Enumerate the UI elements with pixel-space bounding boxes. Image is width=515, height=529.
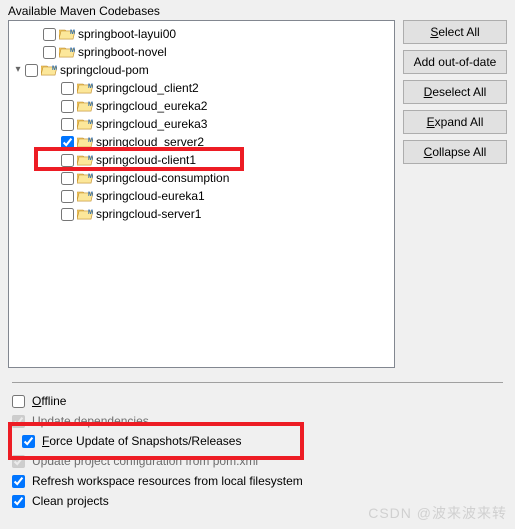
tree-item-label: springcloud_eureka3 bbox=[96, 115, 207, 133]
tree-item[interactable]: Mspringcloud_eureka2 bbox=[11, 97, 392, 115]
tree-item-checkbox[interactable] bbox=[61, 172, 74, 185]
separator bbox=[12, 382, 503, 383]
svg-text:M: M bbox=[70, 30, 75, 36]
tree-item[interactable]: Mspringcloud-consumption bbox=[11, 169, 392, 187]
update-deps-checkbox bbox=[12, 415, 25, 428]
collapse-all-button[interactable]: Collapse All bbox=[403, 140, 507, 164]
svg-text:M: M bbox=[70, 48, 75, 54]
maven-folder-icon: M bbox=[77, 206, 93, 222]
tree-item-checkbox[interactable] bbox=[61, 118, 74, 131]
update-proj-checkbox bbox=[12, 455, 25, 468]
tree-item-label: springcloud-eureka1 bbox=[96, 187, 205, 205]
tree-item[interactable]: Mspringcloud_server2 bbox=[11, 133, 392, 151]
add-out-of-date-button[interactable]: Add out-of-date bbox=[403, 50, 507, 74]
tree-item-checkbox[interactable] bbox=[25, 64, 38, 77]
tree-item-checkbox[interactable] bbox=[61, 136, 74, 149]
tree-item-checkbox[interactable] bbox=[43, 28, 56, 41]
refresh-ws-checkbox[interactable] bbox=[12, 475, 25, 488]
tree-item-checkbox[interactable] bbox=[61, 154, 74, 167]
tree-item[interactable]: Mspringboot-novel bbox=[11, 43, 392, 61]
refresh-ws-label: Refresh workspace resources from local f… bbox=[32, 474, 303, 488]
update-deps-label: Update dependencies bbox=[32, 414, 149, 428]
maven-folder-icon: M bbox=[77, 188, 93, 204]
tree-item-checkbox[interactable] bbox=[61, 190, 74, 203]
maven-folder-icon: M bbox=[41, 62, 57, 78]
tree-item[interactable]: Mspringcloud-server1 bbox=[11, 205, 392, 223]
expand-all-button[interactable]: Expand All bbox=[403, 110, 507, 134]
clean-proj-label: Clean projects bbox=[32, 494, 109, 508]
tree-item-checkbox[interactable] bbox=[61, 82, 74, 95]
tree-item-checkbox[interactable] bbox=[61, 100, 74, 113]
offline-label: Offline bbox=[32, 394, 66, 408]
tree-item-label: springcloud-pom bbox=[60, 61, 149, 79]
tree-item-checkbox[interactable] bbox=[61, 208, 74, 221]
tree-item-checkbox[interactable] bbox=[43, 46, 56, 59]
maven-folder-icon: M bbox=[77, 152, 93, 168]
tree-item[interactable]: ▾ Mspringcloud-pom bbox=[11, 61, 392, 79]
tree-item[interactable]: Mspringboot-layui00 bbox=[11, 25, 392, 43]
force-update-checkbox[interactable] bbox=[22, 435, 35, 448]
maven-folder-icon: M bbox=[77, 116, 93, 132]
tree-item-label: springcloud_eureka2 bbox=[96, 97, 207, 115]
twisty-open-icon[interactable]: ▾ bbox=[11, 61, 25, 79]
svg-text:M: M bbox=[52, 66, 57, 72]
codebase-tree[interactable]: Mspringboot-layui00Mspringboot-novel▾Msp… bbox=[8, 20, 395, 368]
panel-title: Available Maven Codebases bbox=[0, 0, 515, 20]
svg-text:M: M bbox=[88, 192, 93, 198]
tree-item[interactable]: Mspringcloud-eureka1 bbox=[11, 187, 392, 205]
tree-item-label: springcloud-server1 bbox=[96, 205, 201, 223]
clean-proj-checkbox[interactable] bbox=[12, 495, 25, 508]
svg-text:M: M bbox=[88, 210, 93, 216]
tree-item-label: springboot-novel bbox=[78, 43, 167, 61]
tree-item[interactable]: Mspringcloud_client2 bbox=[11, 79, 392, 97]
offline-checkbox[interactable] bbox=[12, 395, 25, 408]
maven-folder-icon: M bbox=[77, 98, 93, 114]
svg-text:M: M bbox=[88, 174, 93, 180]
svg-text:M: M bbox=[88, 102, 93, 108]
maven-folder-icon: M bbox=[77, 80, 93, 96]
svg-text:M: M bbox=[88, 120, 93, 126]
maven-folder-icon: M bbox=[59, 26, 75, 42]
tree-item-label: springcloud-consumption bbox=[96, 169, 229, 187]
tree-item[interactable]: Mspringcloud-client1 bbox=[11, 151, 392, 169]
svg-text:M: M bbox=[88, 156, 93, 162]
tree-item-label: springboot-layui00 bbox=[78, 25, 176, 43]
maven-folder-icon: M bbox=[59, 44, 75, 60]
maven-folder-icon: M bbox=[77, 134, 93, 150]
svg-text:M: M bbox=[88, 138, 93, 144]
maven-folder-icon: M bbox=[77, 170, 93, 186]
watermark: CSDN @波来波来转 bbox=[368, 503, 507, 523]
svg-text:M: M bbox=[88, 84, 93, 90]
tree-item-label: springcloud_client2 bbox=[96, 79, 199, 97]
tree-item-label: springcloud-client1 bbox=[96, 151, 196, 169]
tree-item[interactable]: Mspringcloud_eureka3 bbox=[11, 115, 392, 133]
select-all-button[interactable]: Select All bbox=[403, 20, 507, 44]
update-proj-label: Update project configuration from pom.xm… bbox=[32, 454, 258, 468]
force-update-label: Force Update of Snapshots/Releases bbox=[42, 434, 241, 448]
deselect-all-button[interactable]: Deselect All bbox=[403, 80, 507, 104]
tree-item-label: springcloud_server2 bbox=[96, 133, 204, 151]
